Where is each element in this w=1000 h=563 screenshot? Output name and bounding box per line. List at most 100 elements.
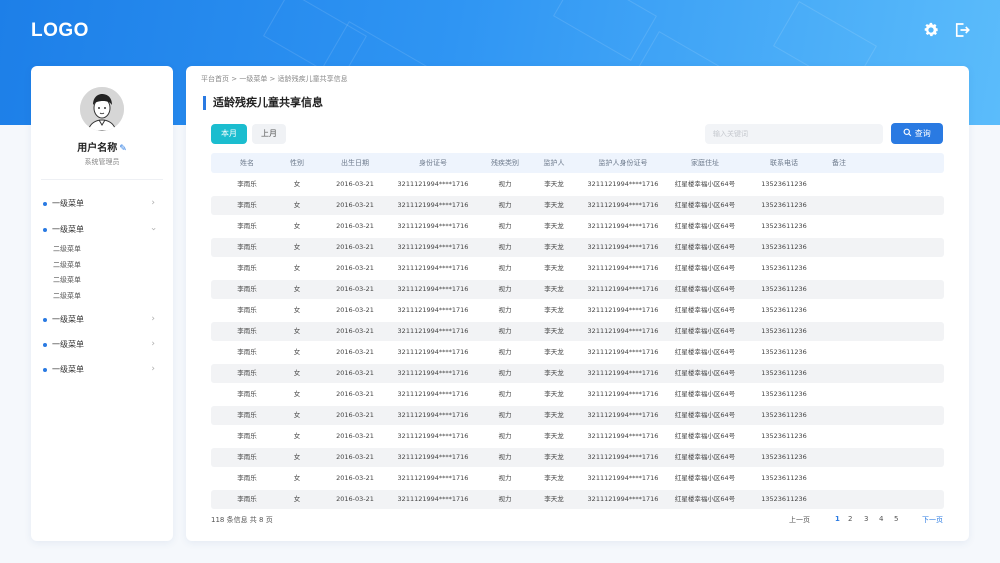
cell-id-number: 3211121994****1716: [397, 495, 469, 503]
cell-guardian: 李天龙: [544, 285, 564, 293]
cell-disability-type: 视力: [498, 453, 512, 461]
cell-birth-date: 2016-03-21: [336, 453, 374, 461]
table-row[interactable]: 李雨乐 女 2016-03-21 3211121994****1716 视力 李天龙 321…: [211, 448, 944, 467]
table-row[interactable]: 李雨乐 女 2016-03-21 3211121994****1716 视力 李天龙 321…: [211, 301, 944, 320]
data-table: 姓名 性别 出生日期 身份证号 残疾类别 监护人 监护人身份证号 家庭住址 联系电话 备注 李雨乐…: [211, 153, 944, 509]
column-header-birth-date: 出生日期: [341, 159, 369, 167]
cell-phone: 13523611236: [761, 180, 807, 188]
search-input[interactable]: [705, 124, 883, 144]
table-row[interactable]: 李雨乐 女 2016-03-21 3211121994****1716 视力 李天龙 321…: [211, 490, 944, 509]
table-row[interactable]: 李雨乐 女 2016-03-21 3211121994****1716 视力 李天龙 321…: [211, 469, 944, 488]
table-row[interactable]: 李雨乐 女 2016-03-21 3211121994****1716 视力 李天龙 321…: [211, 238, 944, 257]
tab-this-month[interactable]: 本月: [211, 124, 247, 144]
cell-guardian-id: 3211121994****1716: [587, 180, 659, 188]
cell-gender: 女: [293, 495, 301, 503]
cell-disability-type: 视力: [498, 495, 512, 503]
table-row[interactable]: 李雨乐 女 2016-03-21 3211121994****1716 视力 李天龙 321…: [211, 364, 944, 383]
table-row[interactable]: 李雨乐 女 2016-03-21 3211121994****1716 视力 李天龙 321…: [211, 322, 944, 341]
cell-phone: 13523611236: [761, 285, 807, 293]
sidebar-item-2[interactable]: 一级菜单 ›: [31, 221, 173, 239]
page-5[interactable]: 5: [894, 515, 898, 523]
sidebar-item-label: 一级菜单: [52, 315, 84, 324]
cell-guardian-id: 3211121994****1716: [587, 411, 659, 419]
cell-id-number: 3211121994****1716: [397, 411, 469, 419]
sidebar: 用户名称 ✎ 系统管理员 一级菜单 › 一级菜单 › 二级菜单 二级菜单 二级菜单…: [31, 66, 173, 541]
table-row[interactable]: 李雨乐 女 2016-03-21 3211121994****1716 视力 李天龙 321…: [211, 217, 944, 236]
cell-gender: 女: [293, 285, 301, 293]
chevron-down-icon: ›: [148, 227, 159, 231]
cell-phone: 13523611236: [761, 411, 807, 419]
gear-icon[interactable]: [922, 21, 940, 39]
breadcrumb: 平台首页 > 一级菜单 > 适龄残疾儿童共享信息: [201, 75, 348, 83]
cell-name: 李雨乐: [237, 327, 257, 335]
cell-gender: 女: [293, 327, 301, 335]
sidebar-item-5[interactable]: 一级菜单 ›: [31, 361, 173, 379]
query-button[interactable]: 查询: [891, 123, 943, 144]
page-1[interactable]: 1: [835, 515, 840, 523]
breadcrumb-item: 适龄残疾儿童共享信息: [277, 75, 348, 83]
sidebar-item-1[interactable]: 一级菜单 ›: [31, 195, 173, 213]
pencil-icon[interactable]: ✎: [119, 144, 127, 154]
sidebar-divider: [41, 179, 163, 180]
column-header-gender: 性别: [290, 159, 304, 167]
next-page-button[interactable]: 下一页: [922, 515, 943, 525]
cell-name: 李雨乐: [237, 243, 257, 251]
sidebar-subitem[interactable]: 二级菜单: [53, 260, 81, 270]
table-row[interactable]: 李雨乐 女 2016-03-21 3211121994****1716 视力 李天龙 321…: [211, 406, 944, 425]
breadcrumb-item[interactable]: 平台首页: [201, 75, 229, 83]
logout-icon[interactable]: [953, 21, 971, 39]
cell-address: 红星楼幸福小区64号: [674, 222, 736, 230]
cell-id-number: 3211121994****1716: [397, 453, 469, 461]
cell-address: 红星楼幸福小区64号: [674, 243, 736, 251]
tab-last-month[interactable]: 上月: [252, 124, 286, 144]
page-3[interactable]: 3: [864, 515, 868, 523]
cell-id-number: 3211121994****1716: [397, 432, 469, 440]
column-header-guardian: 监护人: [543, 159, 565, 167]
table-row[interactable]: 李雨乐 女 2016-03-21 3211121994****1716 视力 李天龙 321…: [211, 259, 944, 278]
cell-birth-date: 2016-03-21: [336, 222, 374, 230]
cell-id-number: 3211121994****1716: [397, 369, 469, 377]
cell-address: 红星楼幸福小区64号: [674, 495, 736, 503]
table-row[interactable]: 李雨乐 女 2016-03-21 3211121994****1716 视力 李天龙 321…: [211, 196, 944, 215]
cell-phone: 13523611236: [761, 453, 807, 461]
cell-address: 红星楼幸福小区64号: [674, 264, 736, 272]
cell-guardian: 李天龙: [544, 390, 564, 398]
table-row[interactable]: 李雨乐 女 2016-03-21 3211121994****1716 视力 李天龙 321…: [211, 427, 944, 446]
table-row[interactable]: 李雨乐 女 2016-03-21 3211121994****1716 视力 李天龙 321…: [211, 175, 944, 194]
sidebar-subitem[interactable]: 二级菜单: [53, 244, 81, 254]
cell-birth-date: 2016-03-21: [336, 327, 374, 335]
user-face-icon: [80, 87, 124, 131]
cell-phone: 13523611236: [761, 201, 807, 209]
cell-disability-type: 视力: [498, 390, 512, 398]
cell-birth-date: 2016-03-21: [336, 432, 374, 440]
cell-birth-date: 2016-03-21: [336, 243, 374, 251]
cell-phone: 13523611236: [761, 222, 807, 230]
sidebar-item-3[interactable]: 一级菜单 ›: [31, 311, 173, 329]
prev-page-button[interactable]: 上一页: [789, 515, 810, 525]
cell-guardian: 李天龙: [544, 432, 564, 440]
page-4[interactable]: 4: [879, 515, 883, 523]
cell-birth-date: 2016-03-21: [336, 474, 374, 482]
column-header-id-number: 身份证号: [419, 159, 447, 167]
table-row[interactable]: 李雨乐 女 2016-03-21 3211121994****1716 视力 李天龙 321…: [211, 385, 944, 404]
table-row[interactable]: 李雨乐 女 2016-03-21 3211121994****1716 视力 李天龙 321…: [211, 343, 944, 362]
page-2[interactable]: 2: [848, 515, 852, 523]
avatar[interactable]: [80, 87, 124, 131]
sidebar-subitem[interactable]: 二级菜单: [53, 275, 81, 285]
cell-id-number: 3211121994****1716: [397, 201, 469, 209]
cell-gender: 女: [293, 243, 301, 251]
cell-guardian: 李天龙: [544, 222, 564, 230]
cell-disability-type: 视力: [498, 474, 512, 482]
table-row[interactable]: 李雨乐 女 2016-03-21 3211121994****1716 视力 李天龙 321…: [211, 280, 944, 299]
cell-gender: 女: [293, 201, 301, 209]
cell-disability-type: 视力: [498, 432, 512, 440]
sidebar-subitem[interactable]: 二级菜单: [53, 291, 81, 301]
breadcrumb-item[interactable]: 一级菜单: [239, 75, 267, 83]
cell-gender: 女: [293, 180, 301, 188]
chevron-right-icon: ›: [151, 339, 155, 349]
cell-gender: 女: [293, 306, 301, 314]
column-header-remark: 备注: [832, 159, 846, 167]
cell-address: 红星楼幸福小区64号: [674, 285, 736, 293]
sidebar-item-4[interactable]: 一级菜单 ›: [31, 336, 173, 354]
query-button-label: 查询: [914, 129, 931, 138]
